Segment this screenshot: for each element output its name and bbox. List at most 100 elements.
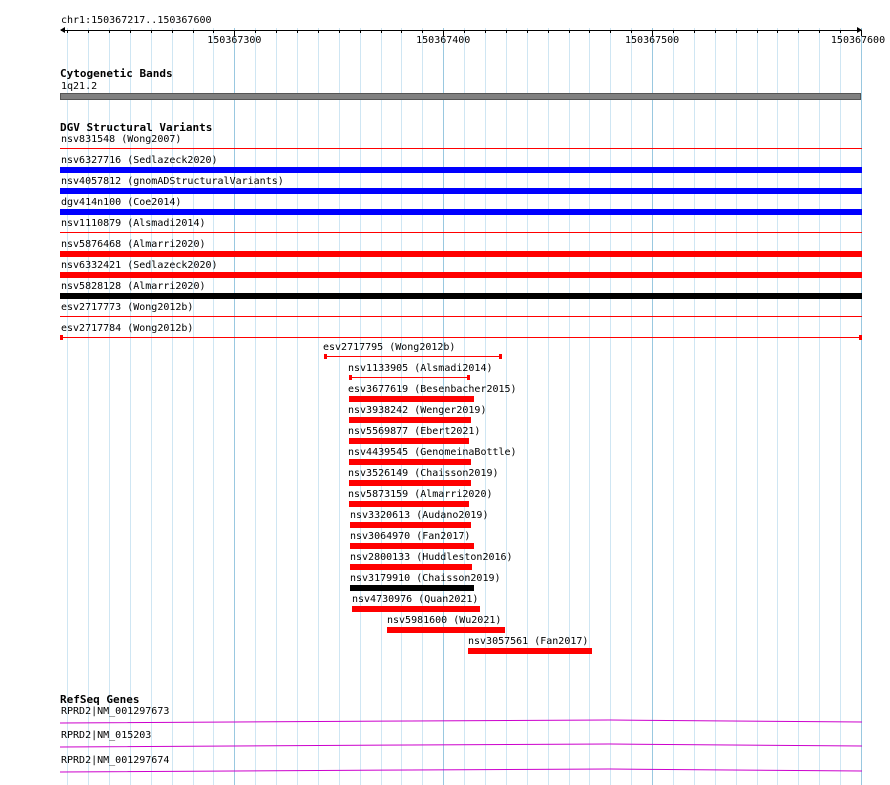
ruler-minor-tick bbox=[193, 30, 194, 33]
gene-label[interactable]: RPRD2|NM_015203 bbox=[61, 730, 151, 741]
variant-bar[interactable] bbox=[60, 293, 862, 299]
gene-intron-line[interactable] bbox=[60, 741, 862, 749]
variant-label[interactable]: nsv6332421 (Sedlazeck2020) bbox=[61, 260, 218, 271]
variant-label[interactable]: nsv5876468 (Almarri2020) bbox=[61, 239, 206, 250]
genome-browser-view: chr1:150367217..150367600 150367300 15036… bbox=[0, 0, 890, 785]
ruler-minor-tick bbox=[360, 30, 361, 33]
ruler-minor-tick bbox=[736, 30, 737, 33]
variant-bar[interactable] bbox=[60, 209, 862, 215]
ruler-minor-tick bbox=[88, 30, 89, 33]
ruler-position-label: 150367600 bbox=[830, 35, 886, 46]
variant-bar[interactable] bbox=[60, 272, 862, 278]
ruler-minor-tick bbox=[67, 30, 68, 33]
variant-label[interactable]: nsv3938242 (Wenger2019) bbox=[348, 405, 486, 416]
variant-label[interactable]: nsv5569877 (Ebert2021) bbox=[348, 426, 480, 437]
cytoband-bar[interactable] bbox=[60, 93, 861, 100]
variant-line[interactable] bbox=[60, 148, 862, 149]
gene-label[interactable]: RPRD2|NM_001297674 bbox=[61, 755, 169, 766]
variant-bar[interactable] bbox=[60, 167, 862, 173]
variant-label[interactable]: nsv3320613 (Audano2019) bbox=[350, 510, 488, 521]
variant-label[interactable]: nsv3526149 (Chaisson2019) bbox=[348, 468, 499, 479]
ruler-minor-tick bbox=[548, 30, 549, 33]
grid-line bbox=[757, 28, 758, 785]
ruler-minor-tick bbox=[673, 30, 674, 33]
variant-label[interactable]: nsv1110879 (Alsmadi2014) bbox=[61, 218, 206, 229]
variant-label[interactable]: dgv414n100 (Coe2014) bbox=[61, 197, 181, 208]
grid-line bbox=[652, 28, 653, 785]
variant-bar[interactable] bbox=[349, 417, 471, 423]
variant-bar[interactable] bbox=[350, 522, 471, 528]
variant-bar[interactable] bbox=[350, 585, 474, 591]
ruler-minor-tick bbox=[401, 30, 402, 33]
ruler-minor-tick bbox=[715, 30, 716, 33]
variant-bar[interactable] bbox=[468, 648, 592, 654]
ruler-minor-tick bbox=[798, 30, 799, 33]
gene-intron-path bbox=[60, 719, 862, 724]
variant-cap[interactable] bbox=[467, 375, 470, 380]
variant-line[interactable] bbox=[60, 316, 862, 317]
gene-label[interactable]: RPRD2|NM_001297673 bbox=[61, 706, 169, 717]
ruler-minor-tick bbox=[297, 30, 298, 33]
variant-label[interactable]: nsv5981600 (Wu2021) bbox=[387, 615, 501, 626]
grid-line bbox=[840, 28, 841, 785]
location-label: chr1:150367217..150367600 bbox=[61, 15, 212, 26]
variant-label[interactable]: esv2717784 (Wong2012b) bbox=[61, 323, 193, 334]
grid-line bbox=[339, 28, 340, 785]
variant-label[interactable]: nsv4730976 (Quan2021) bbox=[352, 594, 478, 605]
variant-cap[interactable] bbox=[859, 335, 862, 340]
gene-intron-line[interactable] bbox=[60, 766, 862, 774]
gene-intron-line[interactable] bbox=[60, 717, 862, 725]
variant-bar[interactable] bbox=[352, 606, 480, 612]
variant-line[interactable] bbox=[349, 377, 470, 378]
ruler-minor-tick bbox=[318, 30, 319, 33]
gene-intron-path bbox=[60, 743, 862, 748]
variant-label[interactable]: nsv5873159 (Almarri2020) bbox=[348, 489, 493, 500]
variant-bar[interactable] bbox=[349, 459, 471, 465]
variant-bar[interactable] bbox=[349, 480, 471, 486]
ruler-minor-tick bbox=[172, 30, 173, 33]
track-title-dgv-structural-variants: DGV Structural Variants bbox=[60, 121, 213, 134]
grid-line bbox=[213, 28, 214, 785]
variant-label[interactable]: nsv4057812 (gnomADStructuralVariants) bbox=[61, 176, 284, 187]
variant-bar[interactable] bbox=[349, 438, 469, 444]
variant-cap[interactable] bbox=[324, 354, 327, 359]
ruler-minor-tick bbox=[381, 30, 382, 33]
grid-line bbox=[861, 28, 862, 785]
variant-label[interactable]: esv3677619 (Besenbacher2015) bbox=[348, 384, 517, 395]
variant-cap[interactable] bbox=[499, 354, 502, 359]
variant-line[interactable] bbox=[324, 356, 502, 357]
variant-label[interactable]: nsv3064970 (Fan2017) bbox=[350, 531, 470, 542]
variant-bar[interactable] bbox=[349, 396, 474, 402]
variant-label[interactable]: nsv4439545 (GenomeinaBottle) bbox=[348, 447, 517, 458]
variant-label[interactable]: nsv3057561 (Fan2017) bbox=[468, 636, 588, 647]
grid-line bbox=[255, 28, 256, 785]
grid-line bbox=[798, 28, 799, 785]
variant-bar[interactable] bbox=[387, 627, 505, 633]
variant-label[interactable]: nsv3179910 (Chaisson2019) bbox=[350, 573, 501, 584]
variant-bar[interactable] bbox=[349, 501, 469, 507]
variant-label[interactable]: nsv2800133 (Huddleston2016) bbox=[350, 552, 513, 563]
ruler-minor-tick bbox=[109, 30, 110, 33]
grid-line bbox=[234, 28, 235, 785]
variant-label[interactable]: nsv831548 (Wong2007) bbox=[61, 134, 181, 145]
ruler-minor-tick bbox=[464, 30, 465, 33]
variant-bar[interactable] bbox=[350, 564, 472, 570]
grid-line bbox=[318, 28, 319, 785]
variant-bar[interactable] bbox=[60, 188, 862, 194]
variant-line[interactable] bbox=[60, 337, 862, 338]
gene-intron-path bbox=[60, 768, 862, 773]
variant-line[interactable] bbox=[60, 232, 862, 233]
ruler-position-label: 150367400 bbox=[416, 35, 471, 46]
variant-label[interactable]: esv2717795 (Wong2012b) bbox=[323, 342, 455, 353]
variant-label[interactable]: nsv1133905 (Alsmadi2014) bbox=[348, 363, 493, 374]
variant-label[interactable]: nsv5828128 (Almarri2020) bbox=[61, 281, 206, 292]
variant-cap[interactable] bbox=[60, 335, 63, 340]
ruler-minor-tick bbox=[506, 30, 507, 33]
variant-bar[interactable] bbox=[350, 543, 474, 549]
variant-label[interactable]: nsv6327716 (Sedlazeck2020) bbox=[61, 155, 218, 166]
variant-label[interactable]: esv2717773 (Wong2012b) bbox=[61, 302, 193, 313]
variant-cap[interactable] bbox=[349, 375, 352, 380]
variant-bar[interactable] bbox=[60, 251, 862, 257]
cytoband-label[interactable]: 1q21.2 bbox=[61, 81, 97, 92]
ruler-arrow-left-icon bbox=[60, 27, 65, 33]
